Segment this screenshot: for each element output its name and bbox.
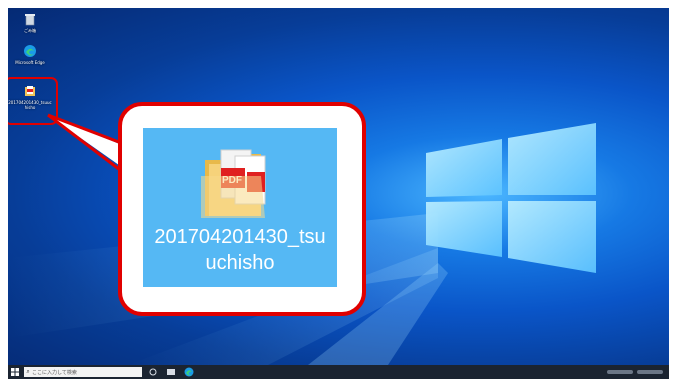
search-icon: ⌕ (26, 368, 30, 375)
tray-clock (637, 370, 663, 374)
edge-label: Microsoft Edge (15, 60, 45, 65)
desktop-icon-recycle-bin[interactable]: ごみ箱 (8, 12, 52, 33)
windows-logo-wallpaper (426, 123, 596, 273)
taskbar-search-input[interactable]: ⌕ ここに入力して検索 (24, 367, 142, 377)
search-placeholder: ここに入力して検索 (32, 369, 77, 376)
windows-start-icon (11, 368, 19, 376)
system-tray[interactable] (603, 365, 669, 379)
task-view-button[interactable] (146, 365, 160, 379)
file-name-line2: uchisho (205, 252, 275, 274)
edge-icon (23, 44, 37, 58)
task-view-icon (149, 368, 157, 376)
tray-icons (607, 370, 633, 374)
file-explorer-icon (167, 369, 175, 375)
file-name-line1: 201704201430_tsu (154, 226, 326, 248)
zoom-callout: PDF 201704201430_tsu uchisho (118, 102, 366, 316)
file-explorer-button[interactable] (164, 365, 178, 379)
desktop-wallpaper: ごみ箱 Microsoft Edge 201704201430_tsuuchis… (8, 8, 669, 365)
recycle-bin-label: ごみ箱 (24, 28, 36, 33)
small-icon-highlight-ring (8, 77, 58, 125)
edge-icon (184, 367, 194, 377)
pdf-folder-large-icon: PDF (201, 149, 266, 218)
edge-taskbar-button[interactable] (182, 365, 196, 379)
selected-file-tile[interactable]: PDF 201704201430_tsu uchisho (143, 128, 337, 287)
recycle-bin-icon (23, 12, 37, 26)
desktop-icon-edge[interactable]: Microsoft Edge (8, 44, 52, 65)
screenshot-frame: ごみ箱 Microsoft Edge 201704201430_tsuuchis… (8, 8, 669, 379)
taskbar: ⌕ ここに入力して検索 (8, 365, 669, 379)
start-button[interactable] (8, 365, 22, 379)
